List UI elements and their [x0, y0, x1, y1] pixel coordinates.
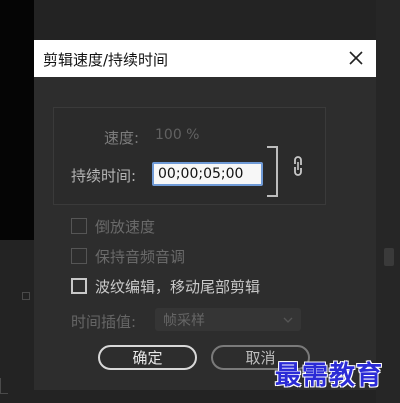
time-interpolation-label: 时间插值:	[71, 313, 137, 331]
close-icon	[349, 51, 363, 65]
duration-input[interactable]	[152, 162, 263, 186]
close-button[interactable]	[346, 48, 366, 68]
time-interpolation-select[interactable]: 帧采样	[155, 308, 301, 331]
right-panel	[376, 0, 400, 403]
link-toggle-button[interactable]	[291, 154, 305, 178]
speed-duration-group	[53, 107, 326, 205]
maintain-pitch-checkbox[interactable]	[71, 248, 87, 264]
link-icon	[294, 156, 302, 176]
ripple-edit-option[interactable]: 波纹编辑，移动尾部剪辑	[71, 275, 260, 297]
left-panel-control[interactable]	[22, 292, 30, 300]
reverse-speed-option[interactable]: 倒放速度	[71, 215, 155, 237]
ripple-edit-checkbox[interactable]	[71, 278, 87, 294]
time-interpolation-value: 帧采样	[163, 312, 205, 329]
speed-label: 速度:	[104, 129, 140, 147]
reverse-speed-label: 倒放速度	[95, 217, 156, 236]
video-preview-area	[0, 0, 34, 240]
watermark-logo: 最需教育	[275, 361, 384, 391]
chevron-down-icon	[283, 317, 293, 323]
speed-value[interactable]: 100 %	[155, 127, 199, 143]
dialog-title-bar[interactable]: 剪辑速度/持续时间	[34, 40, 376, 77]
ok-button[interactable]: 确定	[98, 345, 197, 370]
reverse-speed-checkbox[interactable]	[71, 218, 87, 234]
ripple-edit-label: 波纹编辑，移动尾部剪辑	[95, 277, 261, 296]
link-bracket	[267, 146, 278, 197]
maintain-pitch-option[interactable]: 保持音频音调	[71, 245, 185, 267]
right-panel-scroll-handle[interactable]	[384, 248, 394, 266]
maintain-pitch-label: 保持音频音调	[95, 247, 186, 266]
left-panel-edge	[0, 378, 8, 394]
clip-speed-duration-dialog: 剪辑速度/持续时间 速度: 100 % 持续时间: 倒放速度 保持音频音调 波纹…	[34, 40, 376, 390]
duration-label: 持续时间:	[71, 167, 137, 185]
dialog-title: 剪辑速度/持续时间	[43, 51, 169, 69]
